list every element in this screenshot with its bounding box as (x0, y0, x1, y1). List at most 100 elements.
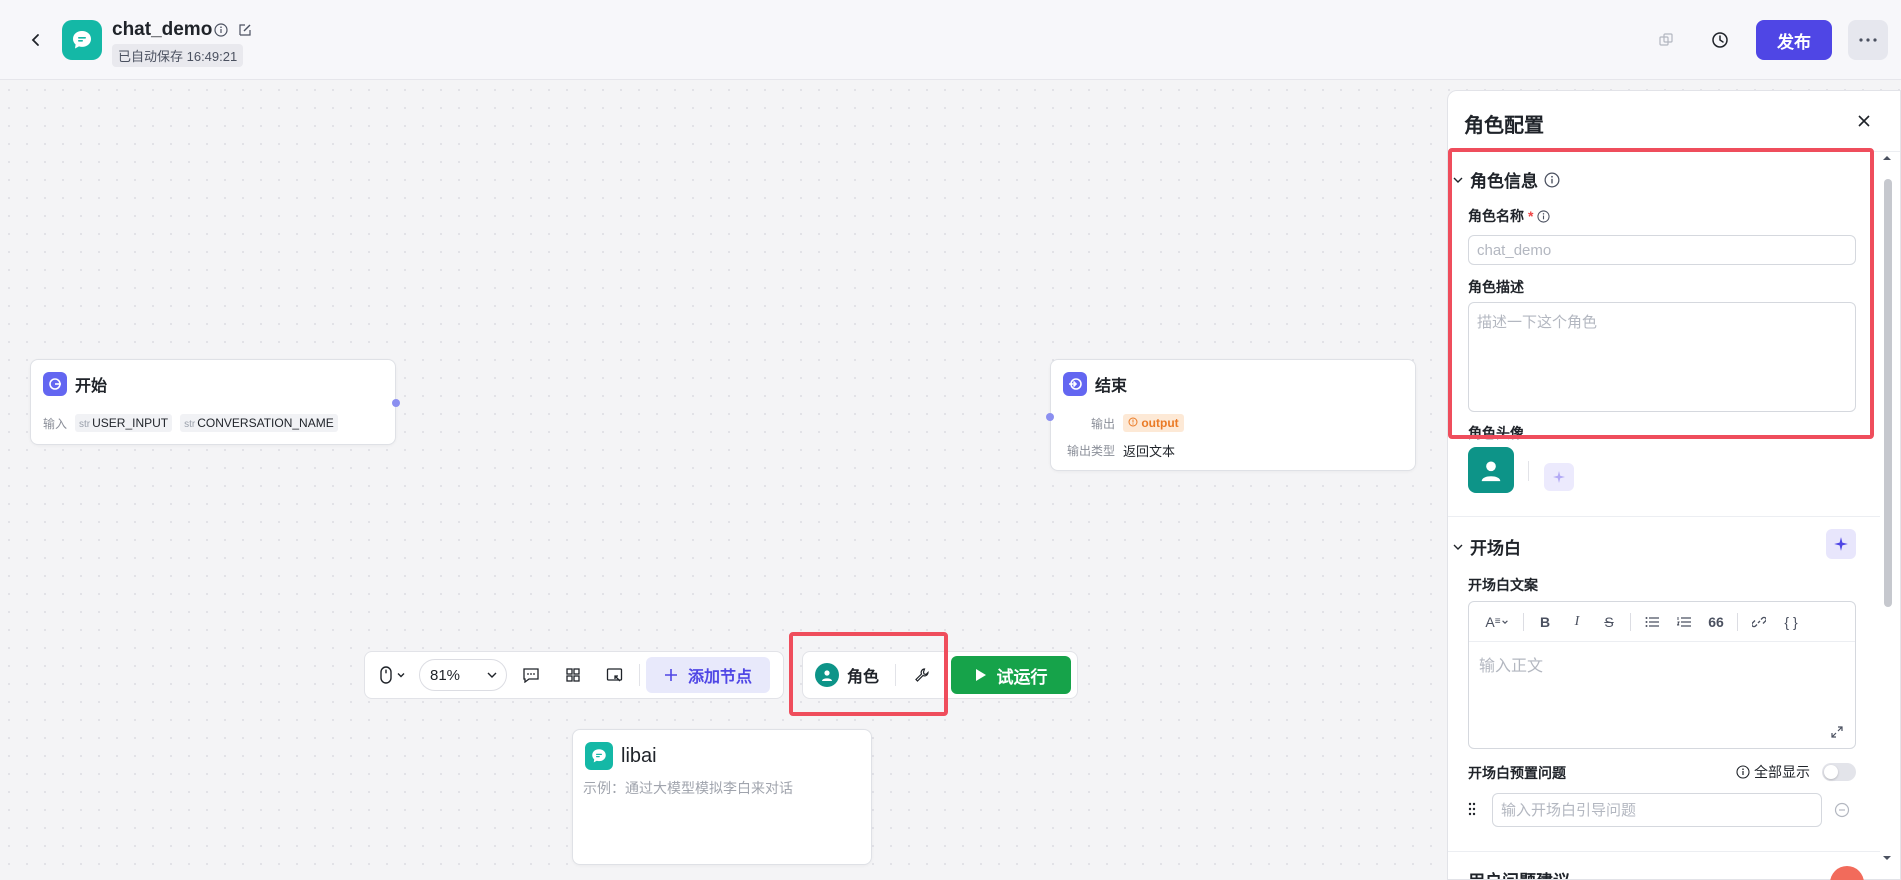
autosave-badge: 已自动保存 16:49:21 (112, 44, 244, 67)
start-node-icon (43, 372, 67, 396)
publish-button[interactable]: 发布 (1756, 20, 1832, 60)
close-panel-button[interactable] (1852, 109, 1876, 133)
role-config-panel: 角色配置 角色信息 角色名称* 角色描述 角色头像 开场白 开场白文案 A≡ B (1447, 90, 1901, 880)
plus-icon (665, 669, 677, 681)
mouse-mode-button[interactable] (373, 659, 413, 691)
comment-icon (523, 668, 539, 683)
canvas-toolbar: 81% 添加节点 (364, 651, 784, 699)
font-size-icon[interactable]: A ≡ (1477, 607, 1517, 637)
preset-questions-label: 开场白预置问题 (1468, 765, 1566, 781)
scroll-up-icon (1883, 156, 1891, 160)
remove-question-button[interactable] (1834, 802, 1850, 818)
code-block-icon[interactable]: { } (1776, 607, 1806, 637)
expand-icon[interactable] (1827, 722, 1847, 742)
wrench-icon (915, 668, 929, 682)
italic-icon[interactable]: I (1562, 607, 1592, 637)
zoom-select[interactable]: 81% (419, 659, 507, 691)
bullet-list-icon[interactable] (1637, 607, 1667, 637)
role-run-bar: 角色 试运行 (802, 651, 1078, 699)
play-icon (975, 669, 986, 681)
grid-icon (566, 668, 580, 682)
rich-editor-toolbar: A ≡ B I S 66 { } (1469, 602, 1855, 642)
chat-bubble-icon (73, 31, 91, 49)
close-icon (1858, 115, 1870, 127)
warning-icon (1128, 417, 1138, 427)
role-desc-label: 角色描述 (1468, 279, 1524, 295)
zoom-value: 81% (430, 666, 461, 684)
opening-text-editor[interactable]: 输入正文 (1479, 652, 1543, 676)
panel-title: 角色配置 (1464, 115, 1544, 137)
minimap-button[interactable] (597, 659, 633, 691)
end-input-port[interactable] (1046, 413, 1054, 421)
output-tag: output (1123, 414, 1184, 432)
header: chat_demo 已自动保存 16:49:21 发布 (0, 0, 1901, 80)
quote-icon[interactable]: 66 (1701, 607, 1731, 637)
role-name-input[interactable] (1468, 235, 1856, 265)
add-node-button[interactable]: 添加节点 (646, 657, 771, 693)
role-name-label: 角色名称 * (1468, 206, 1551, 226)
copy-icon[interactable] (1652, 26, 1680, 54)
app-logo (62, 20, 102, 60)
minus-circle-icon (1834, 802, 1850, 818)
chevron-down-icon (1453, 544, 1463, 550)
section-opening[interactable]: 开场白 (1452, 534, 1521, 559)
panel-scrollbar-thumb[interactable] (1884, 179, 1892, 607)
user-avatar-icon (815, 663, 839, 687)
edit-icon[interactable] (236, 21, 254, 39)
app-title: chat_demo (112, 19, 213, 40)
chevron-down-icon (487, 672, 497, 678)
end-output-label: 输出 (1090, 416, 1115, 431)
user-avatar-icon (1481, 461, 1501, 482)
section-user-question-suggestions[interactable]: 用户问题建议 (1468, 867, 1570, 879)
scroll-down-icon[interactable] (1880, 853, 1894, 863)
ai-generate-avatar-button[interactable] (1544, 463, 1574, 491)
show-all-toggle[interactable] (1822, 763, 1856, 781)
role-desc-textarea[interactable] (1468, 302, 1856, 412)
input-tag-user-input: str USER_INPUT (75, 414, 173, 432)
panel-divider (1448, 151, 1900, 152)
back-button[interactable] (22, 26, 50, 54)
start-node[interactable]: 开始 输入 str USER_INPUT str CONVERSATION_NAME (30, 359, 400, 445)
info-icon[interactable] (212, 21, 230, 39)
end-node-title: 结束 (1095, 378, 1128, 395)
start-input-label: 输入 (43, 416, 68, 431)
more-options-button[interactable] (1848, 20, 1888, 60)
test-run-button[interactable]: 试运行 (951, 656, 1071, 694)
ellipsis-icon (1859, 38, 1877, 42)
section-role-info[interactable]: 角色信息 (1452, 167, 1560, 192)
role-avatar-label: 角色头像 (1468, 425, 1524, 441)
show-all-label: 全部显示 (1736, 762, 1810, 782)
strikethrough-icon[interactable]: S (1594, 607, 1624, 637)
layout-button[interactable] (555, 659, 591, 691)
chevron-left-icon (31, 34, 39, 46)
chevron-down-icon (1453, 177, 1463, 183)
libai-node[interactable]: libai 示例：通过大模型模拟李白来对话 (572, 729, 872, 865)
mouse-icon (380, 666, 392, 684)
chevron-down-icon (397, 673, 405, 678)
start-node-title: 开始 (75, 378, 108, 395)
opening-rich-editor: A ≡ B I S 66 { } 输入正文 (1468, 601, 1856, 749)
end-node[interactable]: 结束 输出 output 输出类型 返回文本 (1046, 359, 1416, 471)
comment-button[interactable] (513, 659, 549, 691)
start-output-port[interactable] (392, 399, 400, 407)
minimap-icon (606, 668, 623, 682)
tools-button[interactable] (904, 659, 940, 691)
input-tag-conversation-name: str CONVERSATION_NAME (180, 414, 338, 432)
opening-text-label: 开场白文案 (1468, 577, 1538, 593)
bold-icon[interactable]: B (1530, 607, 1560, 637)
ai-generate-opening-button[interactable] (1826, 529, 1856, 559)
link-icon[interactable] (1744, 607, 1774, 637)
info-icon (1544, 172, 1560, 187)
info-icon (1736, 765, 1750, 779)
end-output-type-label: 输出类型 (1066, 444, 1115, 458)
libai-node-title: libai (621, 744, 657, 767)
info-icon (1537, 209, 1551, 223)
role-avatar[interactable] (1468, 447, 1514, 493)
role-button[interactable]: 角色 (815, 663, 879, 687)
history-icon[interactable] (1706, 26, 1734, 54)
libai-chat-icon (585, 742, 613, 770)
drag-handle-icon[interactable] (1468, 801, 1478, 817)
preset-question-input[interactable] (1492, 793, 1822, 827)
sparkle-icon (1834, 537, 1848, 551)
numbered-list-icon[interactable] (1669, 607, 1699, 637)
